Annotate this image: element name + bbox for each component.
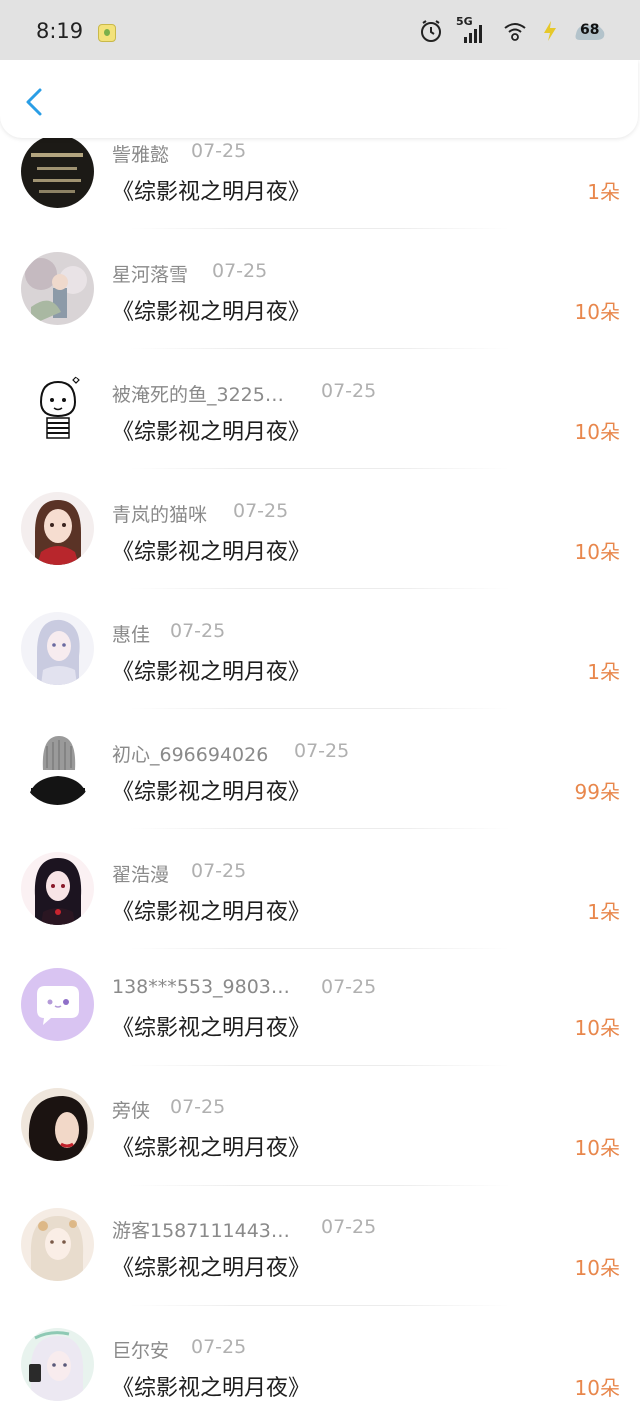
record-date: 07-25 (191, 1336, 247, 1358)
avatar[interactable] (21, 1208, 94, 1281)
avatar[interactable] (21, 1088, 94, 1161)
gift-amount: 1朵 (587, 180, 620, 204)
status-icons: 5G 68 (418, 15, 610, 46)
record-date: 07-25 (191, 140, 247, 162)
record-date: 07-25 (321, 380, 377, 402)
list-item[interactable]: 青岚的猫咪 07-25 《综影视之明月夜》 10朵 (0, 490, 640, 610)
gift-amount: 10朵 (574, 1256, 620, 1280)
list-item[interactable]: 星河落雪 07-25 《综影视之明月夜》 10朵 (0, 250, 640, 370)
nav-header (0, 60, 638, 138)
user-name: 游客1587111443… (112, 1220, 290, 1242)
status-bar: 8:19 5G 68 (0, 0, 640, 60)
user-name: 巨尔安 (112, 1340, 170, 1362)
record-date: 07-25 (170, 1096, 226, 1118)
divider (130, 588, 510, 589)
divider (130, 828, 510, 829)
signal-icon: 5G (456, 15, 490, 45)
list-item[interactable]: 旁侠 07-25 《综影视之明月夜》 10朵 (0, 1088, 640, 1209)
divider (130, 1305, 510, 1306)
battery-level: 68 (580, 22, 600, 38)
user-name: 星河落雪 (112, 264, 189, 286)
divider (130, 348, 510, 349)
avatar[interactable] (21, 852, 94, 925)
book-title[interactable]: 《综影视之明月夜》 (112, 414, 310, 446)
user-name: 翟浩漫 (112, 864, 170, 886)
book-title[interactable]: 《综影视之明月夜》 (112, 1010, 310, 1042)
avatar[interactable] (21, 612, 94, 685)
gift-amount: 10朵 (574, 420, 620, 444)
user-name: 初心_696694026 (112, 744, 269, 766)
book-title[interactable]: 《综影视之明月夜》 (112, 654, 310, 686)
gift-amount: 99朵 (574, 780, 620, 804)
avatar[interactable] (21, 732, 94, 805)
book-title[interactable]: 《综影视之明月夜》 (112, 1250, 310, 1282)
list-item[interactable]: 翟浩漫 07-25 《综影视之明月夜》 1朵 (0, 850, 640, 970)
gift-amount: 10朵 (574, 300, 620, 324)
status-time: 8:19 (36, 19, 84, 43)
book-title[interactable]: 《综影视之明月夜》 (112, 1130, 310, 1162)
record-date: 07-25 (233, 500, 289, 522)
chevron-left-icon (26, 88, 42, 116)
gift-amount: 10朵 (574, 1016, 620, 1040)
list-item[interactable]: 巨尔安 07-25 《综影视之明月夜》 10朵 (0, 1328, 640, 1408)
divider (130, 228, 510, 229)
divider (130, 1185, 510, 1186)
book-title[interactable]: 《综影视之明月夜》 (112, 774, 310, 806)
gift-amount: 10朵 (574, 1136, 620, 1160)
gift-amount: 10朵 (574, 540, 620, 564)
user-name: 惠佳 (112, 624, 151, 646)
divider (130, 708, 510, 709)
list-item[interactable]: 游客1587111443… 07-25 《综影视之明月夜》 10朵 (0, 1208, 640, 1329)
list-item[interactable]: 初心_696694026 07-25 《综影视之明月夜》 99朵 (0, 730, 640, 850)
book-title[interactable]: 《综影视之明月夜》 (112, 294, 310, 326)
gift-records-page: 訾雅懿 07-25 《综影视之明月夜》 1朵 星河落雪 07-25 《综影视之明… (0, 0, 640, 1408)
gift-amount: 1朵 (587, 660, 620, 684)
avatar[interactable] (21, 135, 94, 208)
list-item[interactable]: 被淹死的鱼_3225… 07-25 《综影视之明月夜》 10朵 (0, 370, 640, 490)
avatar[interactable] (21, 1328, 94, 1401)
app-notification-icon (98, 24, 116, 42)
book-title[interactable]: 《综影视之明月夜》 (112, 894, 310, 926)
record-date: 07-25 (321, 976, 377, 998)
user-name: 青岚的猫咪 (112, 504, 208, 526)
record-date: 07-25 (191, 860, 247, 882)
record-date: 07-25 (170, 620, 226, 642)
divider (130, 948, 510, 949)
avatar[interactable] (21, 492, 94, 565)
charging-icon (544, 21, 556, 41)
avatar[interactable] (21, 372, 94, 445)
divider (130, 1065, 510, 1066)
book-title[interactable]: 《综影视之明月夜》 (112, 1370, 310, 1402)
list-item[interactable]: 惠佳 07-25 《综影视之明月夜》 1朵 (0, 610, 640, 730)
list-item[interactable]: 138***553_9803… 07-25 《综影视之明月夜》 10朵 (0, 968, 640, 1090)
battery-icon: 68 (572, 20, 610, 42)
gift-amount: 10朵 (574, 1376, 620, 1400)
record-date: 07-25 (212, 260, 268, 282)
user-name: 旁侠 (112, 1100, 151, 1122)
wifi-icon (504, 23, 526, 41)
book-title[interactable]: 《综影视之明月夜》 (112, 534, 310, 566)
alarm-icon (421, 20, 441, 42)
gift-amount: 1朵 (587, 900, 620, 924)
avatar[interactable] (21, 968, 94, 1041)
back-button[interactable] (18, 82, 52, 122)
list-item[interactable]: 訾雅懿 07-25 《综影视之明月夜》 1朵 (0, 130, 640, 250)
record-date: 07-25 (321, 1216, 377, 1238)
user-name: 訾雅懿 (112, 144, 170, 166)
user-name: 138***553_9803… (112, 976, 290, 998)
record-date: 07-25 (294, 740, 350, 762)
avatar[interactable] (21, 252, 94, 325)
divider (130, 468, 510, 469)
book-title[interactable]: 《综影视之明月夜》 (112, 174, 310, 206)
user-name: 被淹死的鱼_3225… (112, 384, 284, 406)
